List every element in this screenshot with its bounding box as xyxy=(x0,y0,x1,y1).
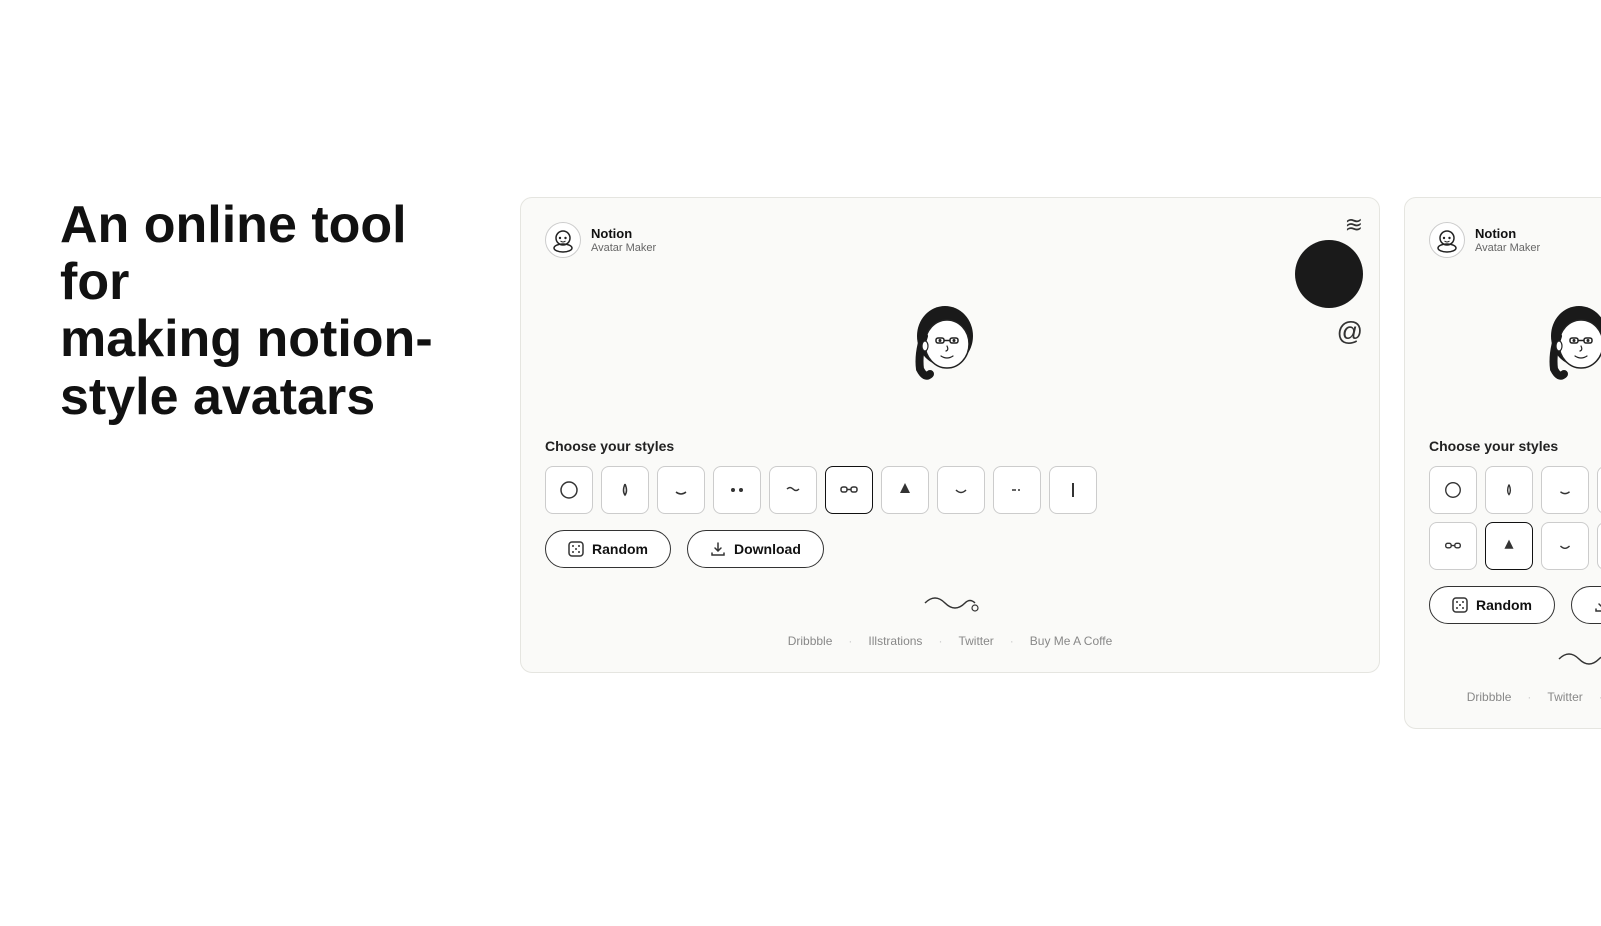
s-style-minimal-btn[interactable] xyxy=(1597,522,1601,570)
app-logo xyxy=(545,222,581,258)
style-hair-btn[interactable] xyxy=(1049,466,1097,514)
footer-sep-1: · xyxy=(848,634,852,648)
style-smile-btn[interactable] xyxy=(937,466,985,514)
s-style-glasses-btn[interactable] xyxy=(1429,522,1477,570)
small-app-name-text: Notion xyxy=(1475,226,1540,242)
avatar-display-area xyxy=(545,274,1355,438)
left-section: An online tool for making notion-style a… xyxy=(60,197,480,466)
small-preview-card: Notion Avatar Maker ≋ @ xyxy=(1404,197,1601,729)
small-avatar-container xyxy=(1524,294,1601,414)
small-scroll-deco-svg xyxy=(1554,644,1601,674)
small-download-button[interactable]: Download xyxy=(1571,586,1601,624)
footer-illustrations-link[interactable]: Illstrations xyxy=(868,634,922,648)
s-style-mouth-btn[interactable] xyxy=(1541,466,1589,514)
deco-black-circle xyxy=(1295,240,1363,308)
app-name-block: Notion Avatar Maker xyxy=(591,226,656,254)
download-button[interactable]: Download xyxy=(687,530,824,568)
style-glasses-btn[interactable] xyxy=(825,466,873,514)
style-eyes-btn[interactable] xyxy=(713,466,761,514)
small-action-buttons: Random Download xyxy=(1429,586,1601,624)
small-style-options-grid xyxy=(1429,466,1601,570)
small-random-button[interactable]: Random xyxy=(1429,586,1555,624)
style-options-row xyxy=(545,466,1355,514)
app-name-text: Notion xyxy=(591,226,656,242)
s-style-eyes-btn[interactable] xyxy=(1597,466,1601,514)
small-footer-sep-1: · xyxy=(1527,690,1531,704)
small-scroll-decoration xyxy=(1429,644,1601,674)
main-headline: An online tool for making notion-style a… xyxy=(60,197,480,426)
style-eyebrows-btn[interactable] xyxy=(769,466,817,514)
small-card-footer: Dribbble · Twitter · Buy Me A Coffe xyxy=(1429,690,1601,704)
scroll-deco-svg xyxy=(920,588,980,618)
small-app-logo xyxy=(1429,222,1465,258)
s-style-accessory-btn[interactable] xyxy=(1485,522,1533,570)
footer-coffee-link[interactable]: Buy Me A Coffe xyxy=(1030,634,1113,648)
small-footer-dribbble-link[interactable]: Dribbble xyxy=(1467,690,1512,704)
small-app-name-block: Notion Avatar Maker xyxy=(1475,226,1540,254)
small-random-icon xyxy=(1452,597,1468,613)
avatar-container xyxy=(890,294,1010,414)
footer-twitter-link[interactable]: Twitter xyxy=(958,634,993,648)
choose-styles-label: Choose your styles xyxy=(545,438,1355,454)
deco-lines-icon: ≋ xyxy=(1345,214,1363,236)
card-footer: Dribbble · Illstrations · Twitter · Buy … xyxy=(545,634,1355,648)
style-nose-btn[interactable] xyxy=(601,466,649,514)
style-accessory-btn[interactable] xyxy=(881,466,929,514)
s-style-smile-btn[interactable] xyxy=(1541,522,1589,570)
small-avatar-area xyxy=(1429,274,1601,438)
small-choose-styles-label: Choose your styles xyxy=(1429,438,1601,454)
page-layout: An online tool for making notion-style a… xyxy=(60,197,1540,729)
small-download-icon xyxy=(1594,597,1601,613)
large-preview-card: Notion Avatar Maker ≋ @ xyxy=(520,197,1380,673)
random-icon xyxy=(568,541,584,557)
style-minimal-btn[interactable] xyxy=(993,466,1041,514)
s-style-face-btn[interactable] xyxy=(1429,466,1477,514)
cards-container: Notion Avatar Maker ≋ @ xyxy=(520,197,1601,729)
top-right-decoration: ≋ @ xyxy=(1295,214,1363,347)
small-app-sub-text: Avatar Maker xyxy=(1475,242,1540,254)
scroll-decoration xyxy=(545,588,1355,618)
action-buttons: Random Download xyxy=(545,530,1355,568)
footer-sep-2: · xyxy=(938,634,942,648)
small-card-header: Notion Avatar Maker xyxy=(1429,222,1601,258)
download-icon xyxy=(710,541,726,557)
footer-sep-3: · xyxy=(1010,634,1014,648)
card-header: Notion Avatar Maker xyxy=(545,222,1355,258)
small-footer-twitter-link[interactable]: Twitter xyxy=(1547,690,1582,704)
footer-dribbble-link[interactable]: Dribbble xyxy=(788,634,833,648)
style-face-btn[interactable] xyxy=(545,466,593,514)
avatar-svg xyxy=(890,294,1000,404)
app-sub-text: Avatar Maker xyxy=(591,242,656,254)
random-button[interactable]: Random xyxy=(545,530,671,568)
deco-spiral-icon: @ xyxy=(1337,316,1363,347)
small-avatar-svg xyxy=(1524,294,1601,404)
style-mouth-btn[interactable] xyxy=(657,466,705,514)
s-style-nose-btn[interactable] xyxy=(1485,466,1533,514)
